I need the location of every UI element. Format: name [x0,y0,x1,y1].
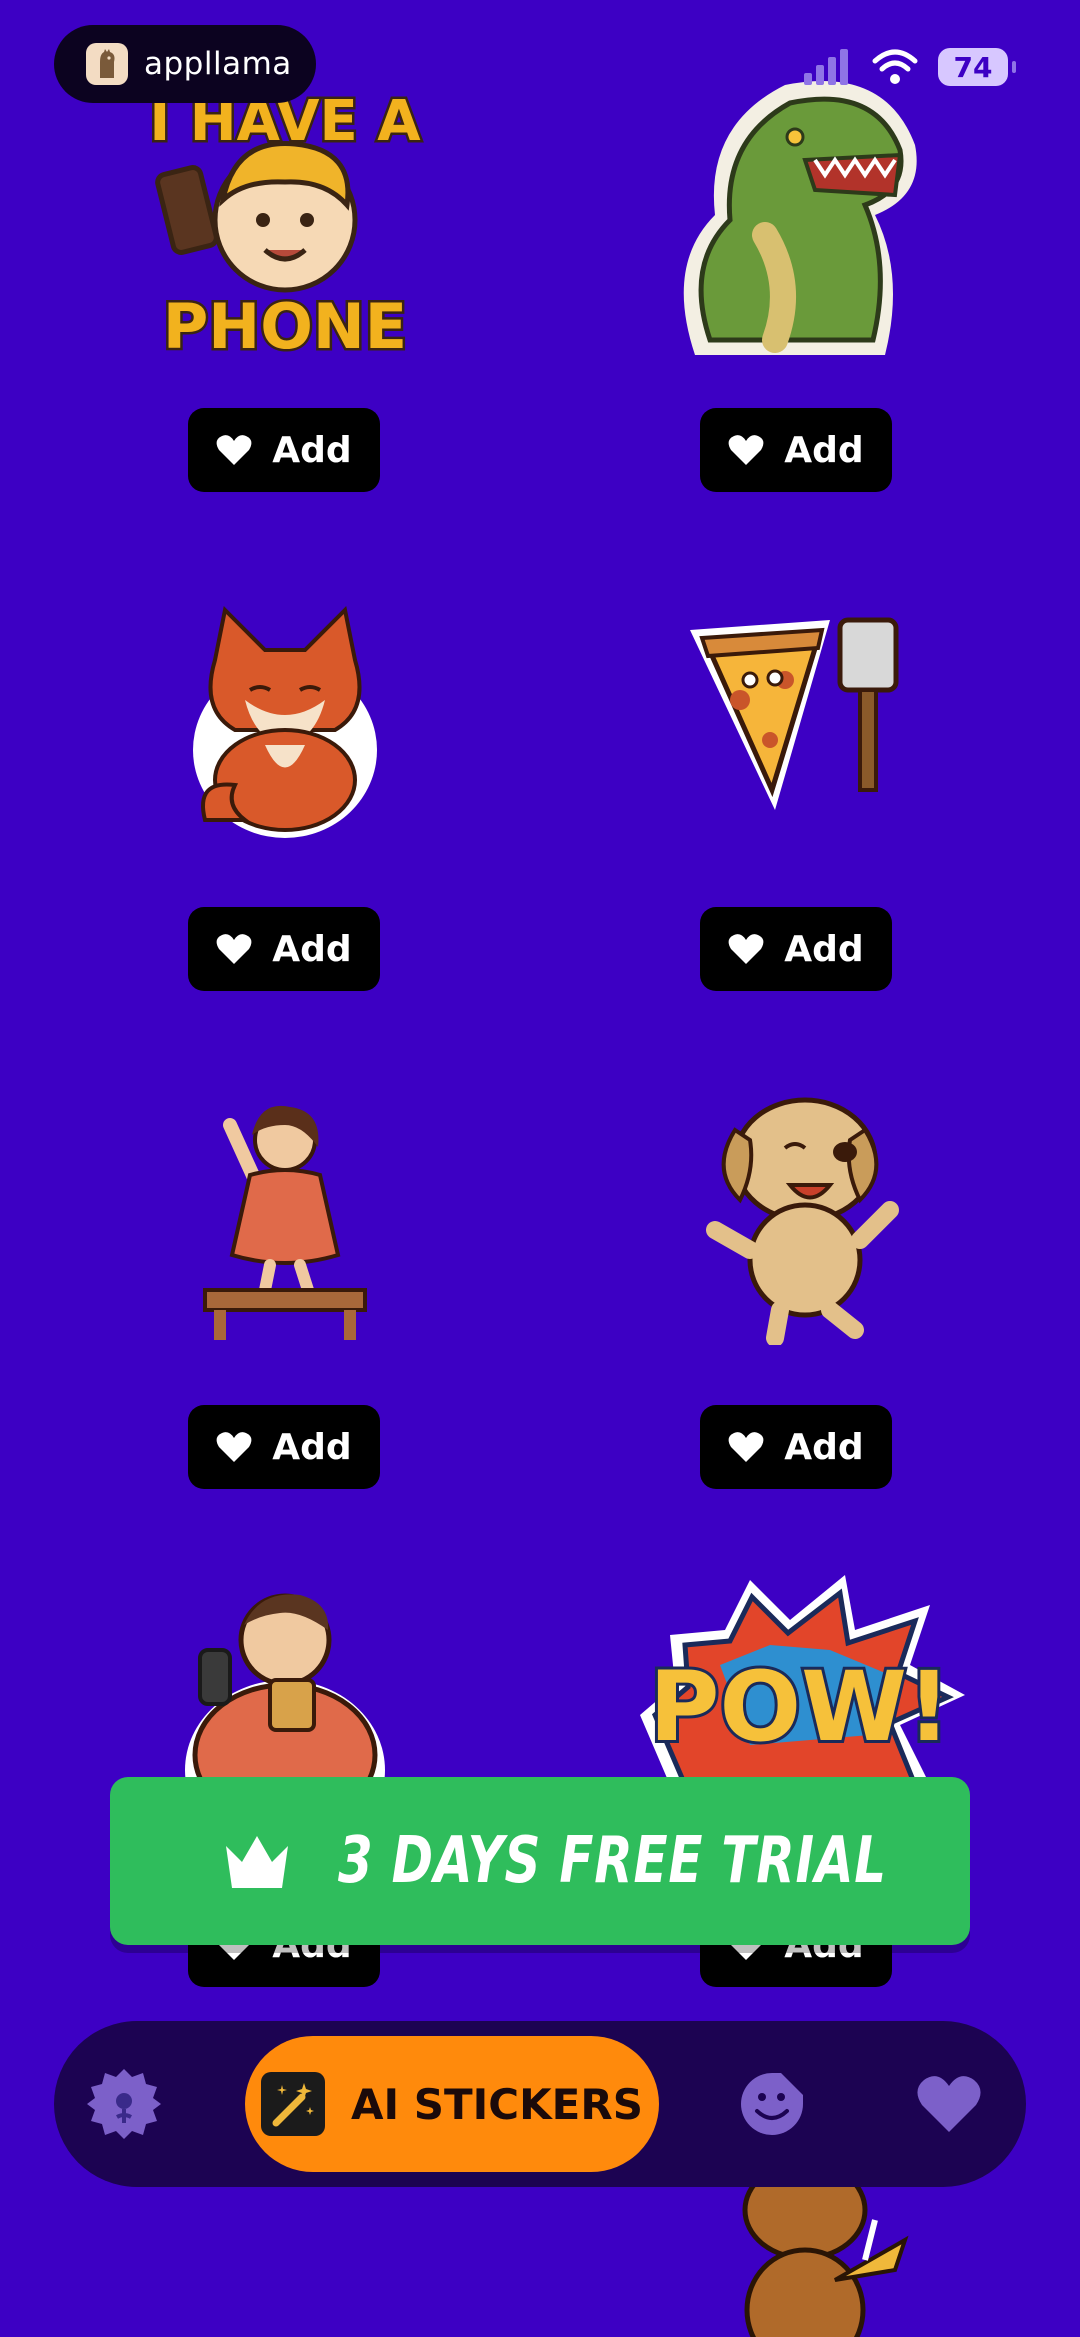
add-label: Add [272,1426,352,1468]
add-label: Add [272,429,352,471]
add-button-4[interactable]: Add [700,907,892,991]
nav-emoji[interactable] [732,2064,812,2144]
sticker-caption: POW! [649,1651,951,1763]
sticker-pow[interactable]: POW! [630,1575,970,1785]
add-label: Add [784,1426,864,1468]
sticker-pizza-slice[interactable] [680,610,910,830]
add-button-1[interactable]: Add [188,408,380,492]
heart-icon [216,1432,252,1462]
add-button-6[interactable]: Add [700,1405,892,1489]
status-indicators: 74 [802,48,1016,86]
smiley-sticker-icon [741,2073,803,2135]
free-trial-label: 3 DAYS FREE TRIAL [338,1824,887,1898]
add-button-5[interactable]: Add [188,1405,380,1489]
sticker-man-eating-noodles[interactable] [180,1585,390,1785]
app-name: appllama [144,46,292,82]
nav-ai-stickers-label: AI STICKERS [351,2079,643,2129]
heart-icon [216,435,252,465]
magic-wand-icon [261,2072,326,2136]
nav-favorites[interactable] [909,2064,989,2144]
sticker-bear-partial[interactable] [715,2170,915,2337]
add-label: Add [272,928,352,970]
heart-icon [728,435,764,465]
heart-icon [216,934,252,964]
sticker-woman-dancing-on-table[interactable] [190,1095,380,1345]
sticker-fox[interactable] [185,600,385,840]
wifi-icon [872,49,918,84]
sticker-i-have-a-phone[interactable]: I HAVE A PHONE [135,70,435,370]
add-button-2[interactable]: Add [700,408,892,492]
nav-home[interactable] [84,2064,164,2144]
add-button-3[interactable]: Add [188,907,380,991]
badge-flower-icon [87,2069,161,2139]
signal-icon [804,49,848,85]
sticker-dancing-dog[interactable] [695,1090,905,1345]
heart-icon [728,934,764,964]
bottom-navigation: AI STICKERS [54,2021,1026,2187]
battery-indicator: 74 [938,48,1016,86]
app-brand-pill: appllama [54,25,316,103]
sticker-t-rex[interactable] [655,65,935,375]
heart-icon [728,1432,764,1462]
heart-icon [917,2076,981,2132]
add-label: Add [784,429,864,471]
llama-logo-icon [86,43,128,85]
add-label: Add [784,928,864,970]
crown-icon [226,1836,288,1888]
sticker-caption-bottom: PHONE [163,290,407,363]
nav-ai-stickers[interactable]: AI STICKERS [245,2036,659,2172]
free-trial-button[interactable]: 3 DAYS FREE TRIAL [110,1777,970,1945]
